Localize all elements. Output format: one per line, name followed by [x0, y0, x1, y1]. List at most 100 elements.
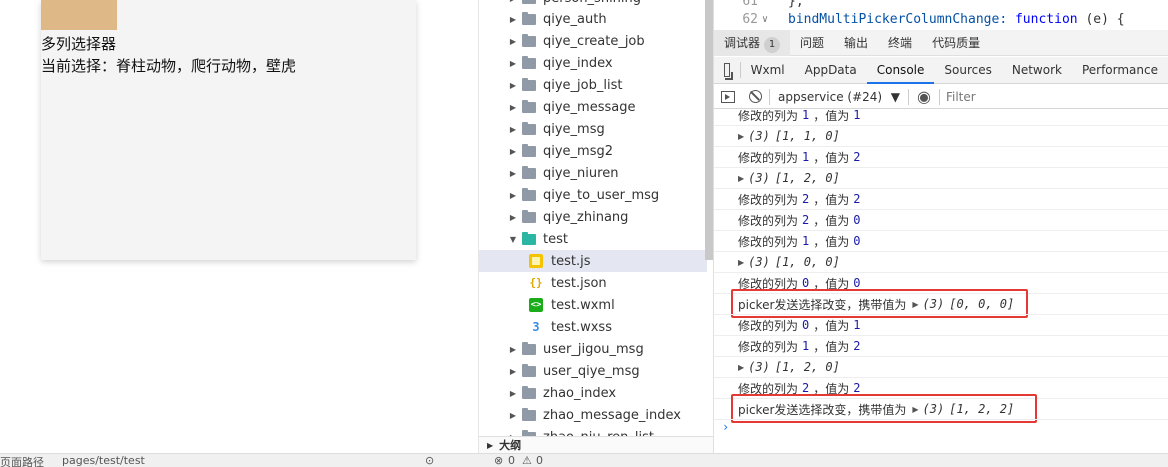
warnings-icon[interactable]: ⚠ [522, 454, 532, 467]
array-value[interactable]: [0, 0, 0] [949, 297, 1014, 311]
tree-item-qiye-index[interactable]: ▶ qiye_index [479, 52, 707, 74]
folder-icon [522, 33, 536, 47]
folder-icon [522, 0, 536, 4]
log-value: 0 [853, 213, 861, 227]
log-text: ，值为 [813, 318, 850, 333]
tree-item-label: qiye_job_list [543, 77, 623, 93]
expand-triangle-icon[interactable]: ▶ [912, 405, 918, 414]
tree-item-user-jigou-msg[interactable]: ▶ user_jigou_msg [479, 338, 707, 360]
tree-item-qiye-job-list[interactable]: ▶ qiye_job_list [479, 74, 707, 96]
console-log-column-change: 修改的列为 1 ，值为 0 [714, 231, 1168, 252]
log-text: 修改的列为 [738, 213, 799, 228]
tree-item-qiye-auth[interactable]: ▶ qiye_auth [479, 8, 707, 30]
array-value[interactable]: [1, 0, 0] [775, 255, 840, 269]
console-output: 修改的列为 1 ，值为 1 ▶ (3) [1, 1, 0] 修改的列为 1 ，值为 2 ▶ (3) [1,… [714, 110, 1168, 453]
clear-console-icon[interactable] [749, 90, 762, 103]
status-settings-icon[interactable]: ⊙ [425, 454, 434, 467]
tree-item-qiye-msg2[interactable]: ▶ qiye_msg2 [479, 140, 707, 162]
expand-triangle-icon[interactable]: ▶ [738, 174, 744, 183]
log-column: 0 [802, 276, 810, 290]
console-log-column-change: 修改的列为 1 ，值为 2 [714, 147, 1168, 168]
tree-item-label: qiye_niuren [543, 165, 619, 181]
console-log-array: ▶ (3) [1, 1, 0] [714, 126, 1168, 147]
devtools-tabs: Wxml AppData Console Sources Network Performa… [714, 57, 1168, 84]
log-text: 修改的列为 [738, 318, 799, 333]
array-value[interactable]: [1, 1, 0] [775, 129, 840, 143]
panel-tab-label: 终端 [888, 35, 913, 50]
panel-tab-3[interactable]: 终端 [878, 30, 922, 56]
tree-item-qiye-niuren[interactable]: ▶ qiye_niuren [479, 162, 707, 184]
tree-item-label: zhao_index [543, 385, 617, 401]
devtools-tab-console[interactable]: Console [866, 57, 935, 84]
array-value[interactable]: [1, 2, 0] [775, 360, 840, 374]
tree-item-qiye-create-job[interactable]: ▶ qiye_create_job [479, 30, 707, 52]
tree-item-test[interactable]: ▼ test [479, 228, 707, 250]
expand-triangle-icon[interactable]: ▶ [738, 132, 744, 141]
tree-item-label: zhao_message_index [543, 407, 681, 423]
outline-label: 大纲 [499, 439, 522, 452]
devtools-tab-network[interactable]: Network [1002, 57, 1072, 84]
tree-item-qiye-to-user-msg[interactable]: ▶ qiye_to_user_msg [479, 184, 707, 206]
tree-item-test-wxml[interactable]: <> test.wxml [479, 294, 707, 316]
expand-triangle-icon[interactable]: ▶ [912, 300, 918, 309]
array-value[interactable]: [1, 2, 0] [775, 171, 840, 185]
picker-current-selection[interactable]: 当前选择：脊柱动物，爬行动物，壁虎 [41, 55, 296, 76]
panel-tab-4[interactable]: 代码质量 [922, 30, 990, 56]
panel-tab-label: 调试器 [724, 35, 761, 50]
tree-item-test-wxss[interactable]: 3 test.wxss [479, 316, 707, 338]
panel-tab-1[interactable]: 问题 [790, 30, 834, 56]
console-prompt-icon[interactable]: › [722, 420, 729, 434]
filter-input[interactable] [945, 87, 1136, 106]
devtools-tab-sources[interactable]: Sources [934, 57, 1001, 84]
folder-icon [522, 407, 536, 421]
folder-icon [522, 77, 536, 91]
folder-icon [522, 165, 536, 179]
tree-item-user-qiye-msg[interactable]: ▶ user_qiye_msg [479, 360, 707, 382]
tree-item-test-json[interactable]: {} test.json [479, 272, 707, 294]
devtools-tab-wxml[interactable]: Wxml [741, 57, 795, 84]
code-editor[interactable]: 61 }, 62 ∨ bindMultiPickerColumnChange: … [714, 0, 1168, 28]
folder-icon [522, 187, 536, 201]
tree-item-qiye-msg[interactable]: ▶ qiye_msg [479, 118, 707, 140]
log-value: 2 [853, 339, 861, 353]
log-text: picker发送选择改变，携带值为 [738, 297, 907, 312]
errors-icon[interactable]: ⊗ [494, 454, 503, 467]
open-folder-icon [522, 231, 536, 245]
folder-icon [522, 341, 536, 355]
expand-arrow-icon: ▶ [509, 124, 517, 134]
expand-triangle-icon[interactable]: ▶ [738, 258, 744, 267]
devtools-tab-appdata[interactable]: AppData [795, 57, 867, 84]
tree-item-qiye-zhinang[interactable]: ▶ qiye_zhinang [479, 206, 707, 228]
log-column: 1 [802, 110, 810, 122]
expand-arrow-icon: ▶ [509, 14, 517, 24]
image-placeholder [41, 0, 117, 30]
panel-tab-0[interactable]: 调试器 1 [714, 29, 791, 56]
panel-tab-2[interactable]: 输出 [834, 30, 878, 56]
log-text: 修改的列为 [738, 150, 799, 165]
wxml-file-icon: <> [529, 298, 543, 312]
fold-chevron-icon[interactable]: ∨ [758, 14, 772, 25]
tree-item-zhao-index[interactable]: ▶ zhao_index [479, 382, 707, 404]
tree-item-qiye-message[interactable]: ▶ qiye_message [479, 96, 707, 118]
expand-arrow-icon: ▶ [509, 36, 517, 46]
tree-item-zhao-message-index[interactable]: ▶ zhao_message_index [479, 404, 707, 426]
folder-icon [522, 11, 536, 25]
live-expression-eye-icon[interactable]: ◉ [917, 87, 931, 106]
divider [908, 88, 909, 105]
inspect-element-icon[interactable] [724, 63, 734, 80]
array-value[interactable]: [1, 2, 2] [949, 402, 1014, 416]
expand-arrow-icon: ▶ [509, 190, 517, 200]
context-select[interactable]: appservice (#24) ▼ [770, 90, 908, 104]
context-select-value: appservice (#24) [778, 89, 883, 104]
page-path-value[interactable]: pages/test/test [62, 454, 145, 467]
tree-item-test-js[interactable]: test.js [479, 250, 707, 272]
outline-section[interactable]: ▶ 大纲 [479, 436, 713, 453]
show-sidebar-icon[interactable] [721, 90, 735, 103]
tree-scrollbar[interactable] [705, 0, 713, 260]
warnings-count: 0 [536, 454, 543, 467]
expand-triangle-icon[interactable]: ▶ [738, 363, 744, 372]
log-value: 2 [853, 150, 861, 164]
tree-item-label: qiye_msg [543, 121, 605, 137]
devtools-tab-performance[interactable]: Performance [1072, 57, 1168, 84]
log-value: 1 [853, 318, 861, 332]
